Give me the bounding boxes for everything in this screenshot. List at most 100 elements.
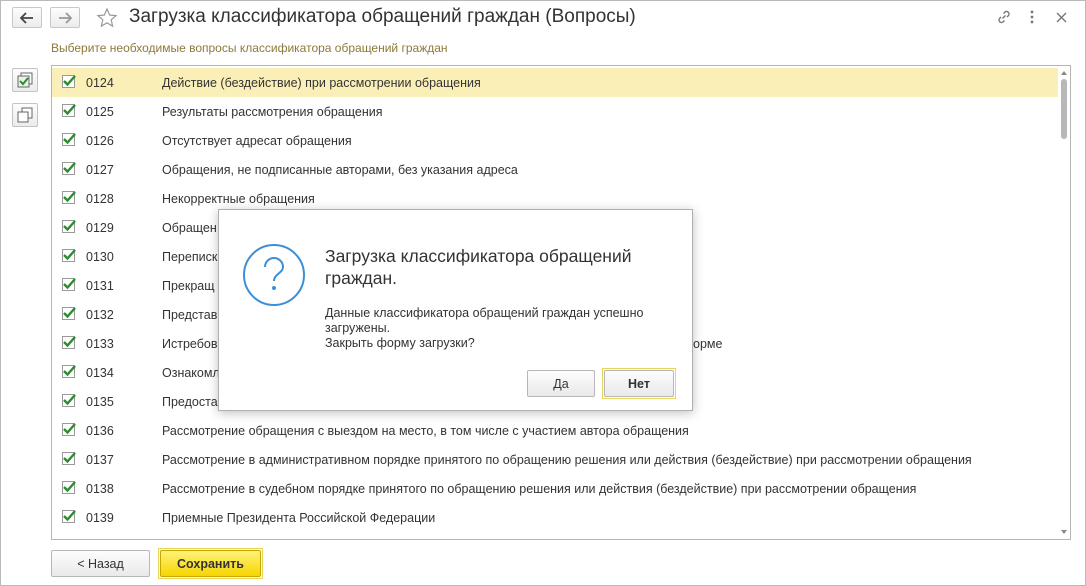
dialog-message: Данные классификатора обращений граждан …: [325, 306, 644, 350]
row-checkbox[interactable]: [62, 162, 76, 175]
row-checkbox[interactable]: [62, 423, 76, 436]
check-all-icon: [17, 72, 33, 88]
row-name: Обращения, не подписанные авторами, без …: [162, 163, 518, 177]
scroll-down-arrow[interactable]: [1061, 530, 1067, 534]
copy-icon: [17, 107, 33, 123]
save-button[interactable]: Сохранить: [160, 550, 261, 577]
dialog-title: Загрузка классификатора обращений гражда…: [325, 246, 632, 288]
link-icon[interactable]: [996, 9, 1012, 25]
row-code: 0137: [86, 453, 114, 467]
checkmark-icon: [63, 162, 76, 174]
row-code: 0127: [86, 163, 114, 177]
scroll-thumb[interactable]: [1061, 79, 1067, 139]
checkmark-icon: [63, 220, 76, 232]
row-code: 0124: [86, 76, 114, 90]
row-name: Отсутствует адресат обращения: [162, 134, 352, 148]
row-code: 0130: [86, 250, 114, 264]
checkmark-icon: [63, 481, 76, 493]
checkmark-icon: [63, 307, 76, 319]
row-name: Действие (бездействие) при рассмотрении …: [162, 76, 481, 90]
confirm-dialog: Загрузка классификатора обращений гражда…: [218, 209, 693, 411]
table-row[interactable]: 0125 Результаты рассмотрения обращения: [52, 97, 1058, 126]
row-name-tail: орме: [693, 337, 723, 351]
row-checkbox[interactable]: [62, 278, 76, 291]
table-row[interactable]: 0138 Рассмотрение в судебном порядке прин…: [52, 474, 1058, 503]
row-checkbox[interactable]: [62, 75, 76, 88]
row-name: Некорректные обращения: [162, 192, 315, 206]
forward-nav-button[interactable]: [50, 7, 80, 28]
star-icon[interactable]: [96, 7, 118, 29]
checkmark-icon: [63, 452, 76, 464]
table-row[interactable]: 0126 Отсутствует адресат обращения: [52, 126, 1058, 155]
checkmark-icon: [62, 537, 77, 540]
checkmark-icon: [63, 394, 76, 406]
table-row[interactable]: 0140П: [52, 532, 1058, 540]
row-name: Рассмотрение в административном порядке …: [162, 453, 972, 467]
row-checkbox[interactable]: [62, 539, 75, 540]
row-name: Ознакомл: [162, 366, 220, 380]
checkmark-icon: [63, 249, 76, 261]
row-name: Переписк: [162, 250, 218, 264]
copy-button[interactable]: [12, 103, 38, 127]
row-checkbox[interactable]: [62, 510, 76, 523]
question-icon: [243, 244, 305, 306]
more-vertical-icon[interactable]: [1029, 9, 1035, 25]
row-checkbox[interactable]: [62, 365, 76, 378]
checkmark-icon: [63, 75, 76, 87]
row-name: Истребов: [162, 337, 218, 351]
row-code: 0128: [86, 192, 114, 206]
row-name: Рассмотрение в судебном порядке принятог…: [162, 482, 917, 496]
table-row[interactable]: 0136 Рассмотрение обращения с выездом на …: [52, 416, 1058, 445]
vertical-scrollbar[interactable]: [1058, 66, 1070, 539]
form-hint: Выберите необходимые вопросы классификат…: [51, 41, 448, 55]
checkmark-icon: [63, 191, 76, 203]
row-checkbox[interactable]: [62, 191, 76, 204]
close-icon[interactable]: [1056, 12, 1067, 23]
checkmark-icon: [63, 365, 76, 377]
table-row[interactable]: 0139 Приемные Президента Российской Федер…: [52, 503, 1058, 532]
row-checkbox[interactable]: [62, 249, 76, 262]
row-code: 0131: [86, 279, 114, 293]
row-code: 0134: [86, 366, 114, 380]
table-row[interactable]: 0137 Рассмотрение в административном поря…: [52, 445, 1058, 474]
checkmark-icon: [63, 104, 76, 116]
table-row[interactable]: 0127 Обращения, не подписанные авторами, …: [52, 155, 1058, 184]
row-name: Приемные Президента Российской Федерации: [162, 511, 436, 525]
form-window: Загрузка классификатора обращений гражда…: [0, 0, 1086, 586]
row-checkbox[interactable]: [62, 307, 76, 320]
row-name: Рассмотрение обращения с выездом на мест…: [162, 424, 689, 438]
window-title: Загрузка классификатора обращений гражда…: [129, 6, 636, 27]
row-checkbox[interactable]: [62, 336, 76, 349]
row-code: 0126: [86, 134, 114, 148]
row-name: Результаты рассмотрения обращения: [162, 105, 383, 119]
row-code: 0132: [86, 308, 114, 322]
row-code: 0135: [86, 395, 114, 409]
row-checkbox[interactable]: [62, 104, 76, 117]
checkmark-icon: [63, 336, 76, 348]
checkmark-icon: [63, 423, 76, 435]
row-checkbox[interactable]: [62, 394, 76, 407]
row-checkbox[interactable]: [62, 220, 76, 233]
table-row[interactable]: 0124 Действие (бездействие) при рассмотре…: [52, 68, 1058, 97]
row-name: Прекращ: [162, 279, 215, 293]
no-button[interactable]: Нет: [604, 370, 674, 397]
row-name: Представ: [162, 308, 218, 322]
check-all-button[interactable]: [12, 68, 38, 92]
row-code: 0139: [86, 511, 114, 525]
checkmark-icon: [63, 510, 76, 522]
row-code: 0136: [86, 424, 114, 438]
row-checkbox[interactable]: [62, 481, 76, 494]
yes-button[interactable]: Да: [527, 370, 595, 397]
back-nav-button[interactable]: [12, 7, 42, 28]
checkmark-icon: [63, 133, 76, 145]
row-checkbox[interactable]: [62, 452, 76, 465]
checkmark-icon: [63, 278, 76, 290]
scroll-up-arrow[interactable]: [1061, 71, 1067, 75]
back-button[interactable]: < Назад: [51, 550, 150, 577]
arrow-right-icon: [59, 11, 72, 24]
row-code: 0133: [86, 337, 114, 351]
row-code: 0138: [86, 482, 114, 496]
row-checkbox[interactable]: [62, 133, 76, 146]
row-code: 0125: [86, 105, 114, 119]
row-name: Предоста: [162, 395, 218, 409]
